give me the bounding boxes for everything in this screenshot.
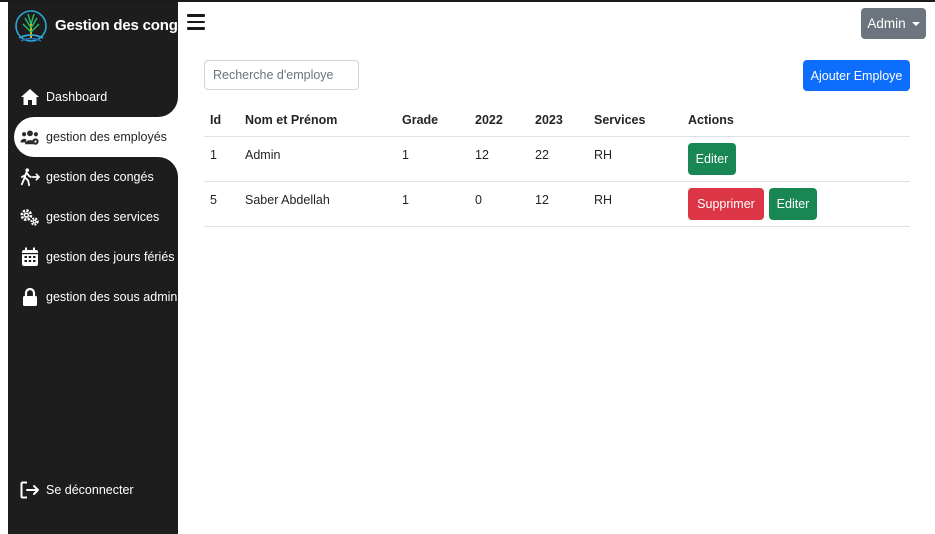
gears-icon <box>20 207 40 227</box>
cell-id: 1 <box>204 136 239 182</box>
sidebar-item-dashboard[interactable]: Dashboard <box>8 77 178 117</box>
cell-service: RH <box>588 136 682 182</box>
sidebar-item-label: gestion des sous admin <box>46 290 178 304</box>
cell-id: 5 <box>204 181 239 227</box>
logout-label: Se déconnecter <box>46 483 134 497</box>
sidebar-item-employes[interactable]: gestion des employés <box>14 97 178 177</box>
cell-2023: 22 <box>529 136 588 182</box>
cell-2022: 12 <box>469 136 529 182</box>
cell-actions: Supprimer Editer <box>682 181 910 227</box>
sidebar-item-label: Dashboard <box>46 90 108 104</box>
table-header-row: Id Nom et Prénom Grade 2022 2023 Service… <box>204 105 910 137</box>
sidebar-item-label: gestion des employés <box>46 130 167 144</box>
calendar-icon <box>20 247 40 267</box>
table-row: 5 Saber Abdellah 1 0 12 RH Supprimer Edit… <box>204 181 910 227</box>
cell-2023: 12 <box>529 181 588 227</box>
cell-2022: 0 <box>469 181 529 227</box>
admin-label: Admin <box>867 16 906 31</box>
employees-table: Id Nom et Prénom Grade 2022 2023 Service… <box>204 105 910 227</box>
users-icon <box>20 127 40 147</box>
add-employee-button[interactable]: Ajouter Employe <box>803 60 910 91</box>
edit-button[interactable]: Editer <box>688 142 736 175</box>
sidebar-item-jours-feries[interactable]: gestion des jours fériés <box>8 237 178 277</box>
sidebar-nav: Dashboard gestion des employés gestion d… <box>8 77 178 317</box>
cell-name: Admin <box>239 136 396 182</box>
cell-grade: 1 <box>396 136 469 182</box>
sidebar-item-sous-admin[interactable]: gestion des sous admin <box>8 277 178 317</box>
lock-icon <box>20 287 40 307</box>
column-header-actions: Actions <box>682 105 910 137</box>
cell-grade: 1 <box>396 181 469 227</box>
sign-out-icon <box>20 480 40 500</box>
brand[interactable]: Gestion des congés <box>8 2 194 54</box>
column-header-2023: 2023 <box>529 105 588 137</box>
tree-logo-icon <box>15 10 47 42</box>
table-row: 1 Admin 1 12 22 RH Editer <box>204 136 910 182</box>
cell-name: Saber Abdellah <box>239 181 396 227</box>
cell-actions: Editer <box>682 136 910 182</box>
home-icon <box>20 87 40 107</box>
sidebar-item-label: gestion des services <box>46 210 160 224</box>
sidebar: Gestion des congés Dashboard gestion des… <box>8 2 194 534</box>
sidebar-item-label: gestion des congés <box>46 170 154 184</box>
admin-dropdown-button[interactable]: Admin <box>861 8 926 39</box>
column-header-grade: Grade <box>396 105 469 137</box>
menu-toggle-icon[interactable] <box>187 14 205 30</box>
sidebar-item-label: gestion des jours fériés <box>46 250 175 264</box>
column-header-id: Id <box>204 105 239 137</box>
cell-service: RH <box>588 181 682 227</box>
edit-button[interactable]: Editer <box>769 187 817 220</box>
column-header-services: Services <box>588 105 682 137</box>
logout-link[interactable]: Se déconnecter <box>20 480 134 500</box>
sidebar-item-services[interactable]: gestion des services <box>8 197 178 237</box>
employee-search-input[interactable] <box>204 60 359 90</box>
brand-title: Gestion des congés <box>55 17 194 34</box>
active-tab-curve-top <box>158 97 178 117</box>
caret-down-icon <box>911 21 920 26</box>
delete-button[interactable]: Supprimer <box>688 187 764 220</box>
column-header-2022: 2022 <box>469 105 529 137</box>
sidebar-item-conges[interactable]: gestion des congés <box>8 157 178 197</box>
column-header-name: Nom et Prénom <box>239 105 396 137</box>
walking-icon <box>20 167 40 187</box>
